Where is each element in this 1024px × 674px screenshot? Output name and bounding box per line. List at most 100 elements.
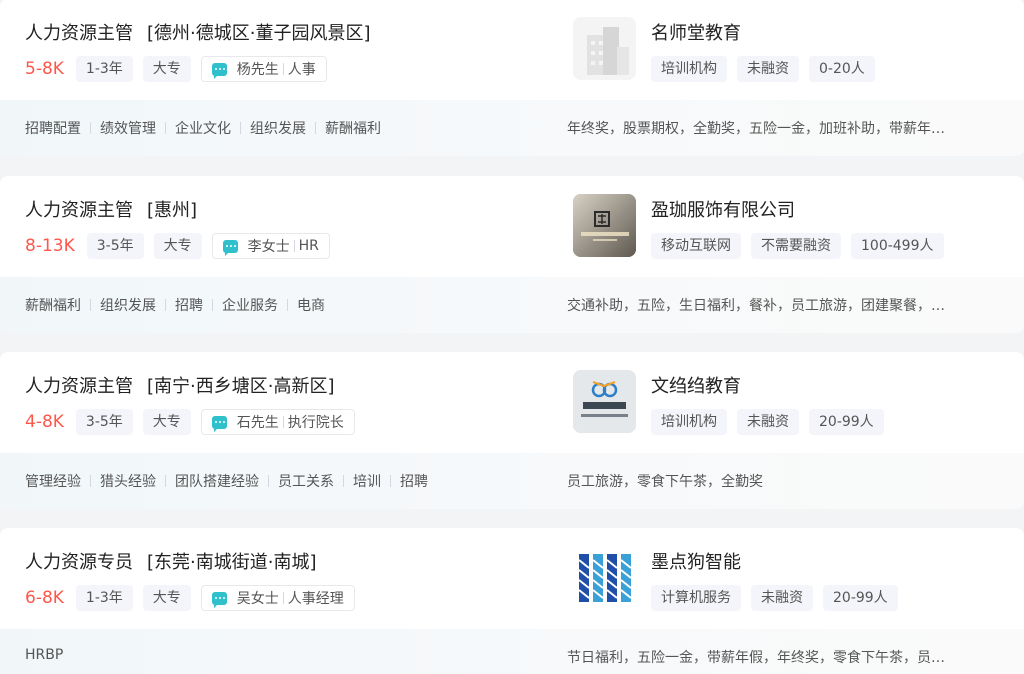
job-title[interactable]: 人力资源专员 [东莞·南城街道·南城]: [25, 548, 317, 574]
company-industry-tag: 培训机构: [651, 56, 727, 82]
job-title[interactable]: 人力资源主管 [南宁·西乡塘区·高新区]: [25, 372, 335, 398]
job-card[interactable]: 人力资源主管 [南宁·西乡塘区·高新区] 4-8K 3-5年 大专 石先生 执行院…: [0, 352, 1024, 509]
job-location: [东莞·南城街道·南城]: [147, 552, 317, 573]
recruiter-role: 执行院长: [287, 415, 344, 431]
chat-icon: [211, 591, 227, 608]
divider: [282, 416, 284, 428]
divider: [293, 240, 295, 252]
card-footer: HRBP 节日福利，五险一金，带薪年假，年终奖，零食下午茶，员…: [0, 629, 1024, 674]
experience-tag: 3-5年: [75, 409, 133, 435]
chat-icon: [222, 239, 238, 256]
company-tags: 培训机构 未融资 20-99人: [651, 409, 894, 435]
skill-tag: 企业文化: [156, 118, 231, 138]
company-logo[interactable]: [573, 370, 636, 433]
job-name: 人力资源主管: [25, 23, 133, 44]
job-meta: 4-8K 3-5年 大专 石先生 执行院长: [25, 409, 355, 435]
skill-tag: 电商: [278, 295, 325, 315]
recruiter-chat-button[interactable]: 杨先生 人事: [200, 56, 327, 82]
company-size-tag: 100-499人: [851, 233, 944, 259]
company-wall-logo: [573, 194, 636, 257]
recruiter-chat-button[interactable]: 石先生 执行院长: [200, 409, 355, 435]
company-name[interactable]: 盈珈服饰有限公司: [651, 196, 795, 222]
salary: 4-8K: [25, 412, 64, 432]
job-name: 人力资源专员: [25, 552, 133, 573]
job-meta: 5-8K 1-3年 大专 杨先生 人事: [25, 56, 327, 82]
benefits-text: 年终奖，股票期权，全勤奖，五险一金，加班补助，带薪年…: [567, 121, 945, 137]
skill-tag: 招聘: [381, 471, 428, 491]
chat-icon: [211, 415, 227, 432]
job-title[interactable]: 人力资源主管 [惠州]: [25, 196, 197, 222]
skill-tag: 企业服务: [203, 295, 278, 315]
company-funding-tag: 未融资: [737, 56, 799, 82]
job-card[interactable]: 人力资源主管 [德州·德城区·董子园风景区] 5-8K 1-3年 大专 杨先生 人…: [0, 0, 1024, 156]
company-funding-tag: 未融资: [737, 409, 799, 435]
stripes-logo: [573, 546, 636, 609]
job-meta: 6-8K 1-3年 大专 吴女士 人事经理: [25, 585, 355, 611]
salary: 8-13K: [25, 236, 75, 256]
job-location: [德州·德城区·董子园风景区]: [147, 23, 371, 44]
job-location: [惠州]: [147, 200, 198, 221]
recruiter-name: 吴女士: [236, 591, 279, 607]
benefits-text: 节日福利，五险一金，带薪年假，年终奖，零食下午茶，员…: [567, 650, 945, 666]
skill-tags: HRBP: [25, 647, 63, 663]
job-name: 人力资源主管: [25, 200, 133, 221]
skill-tag: 员工关系: [259, 471, 334, 491]
job-card[interactable]: 人力资源主管 [惠州] 8-13K 3-5年 大专 李女士 HR 盈珈服饰有限公…: [0, 176, 1024, 333]
skill-tag: 猎头经验: [81, 471, 156, 491]
recruiter-role: 人事: [287, 62, 316, 78]
card-footer: 招聘配置 绩效管理 企业文化 组织发展 薪酬福利 年终奖，股票期权，全勤奖，五险…: [0, 100, 1024, 156]
recruiter-name: 李女士: [247, 239, 290, 255]
company-size-tag: 20-99人: [823, 585, 898, 611]
education-tag: 大专: [153, 233, 202, 259]
company-name[interactable]: 名师堂教育: [651, 19, 741, 45]
company-logo[interactable]: [573, 194, 636, 257]
skill-tag: 薪酬福利: [25, 298, 81, 314]
company-industry-tag: 移动互联网: [651, 233, 741, 259]
recruiter-name: 杨先生: [236, 62, 279, 78]
company-tags: 移动互联网 不需要融资 100-499人: [651, 233, 954, 259]
company-name[interactable]: 墨点狗智能: [651, 548, 741, 574]
company-industry-tag: 培训机构: [651, 409, 727, 435]
skill-tag: 团队搭建经验: [156, 471, 259, 491]
skill-tag: 薪酬福利: [306, 118, 381, 138]
chat-icon: [211, 62, 227, 79]
job-location: [南宁·西乡塘区·高新区]: [147, 376, 335, 397]
skill-tag: 组织发展: [231, 118, 306, 138]
skill-tag: 招聘: [156, 295, 203, 315]
divider: [282, 63, 284, 75]
salary: 6-8K: [25, 588, 64, 608]
company-logo[interactable]: [573, 546, 636, 609]
card-footer: 薪酬福利 组织发展 招聘 企业服务 电商 交通补助，五险，生日福利，餐补，员工旅…: [0, 277, 1024, 333]
skill-tag: 组织发展: [81, 295, 156, 315]
skill-tag: 绩效管理: [81, 118, 156, 138]
company-funding-tag: 未融资: [751, 585, 813, 611]
education-tag: 大专: [142, 409, 191, 435]
skill-tag: 管理经验: [25, 474, 81, 490]
company-size-tag: 0-20人: [809, 56, 875, 82]
recruiter-chat-button[interactable]: 吴女士 人事经理: [200, 585, 355, 611]
experience-tag: 1-3年: [75, 56, 133, 82]
benefits-text: 员工旅游，零食下午茶，全勤奖: [567, 474, 763, 490]
experience-tag: 1-3年: [75, 585, 133, 611]
card-footer: 管理经验 猎头经验 团队搭建经验 员工关系 培训 招聘 员工旅游，零食下午茶，全…: [0, 453, 1024, 509]
skill-tags: 薪酬福利 组织发展 招聘 企业服务 电商: [25, 295, 325, 315]
salary: 5-8K: [25, 59, 64, 79]
recruiter-name: 石先生: [236, 415, 279, 431]
recruiter-chat-button[interactable]: 李女士 HR: [211, 233, 330, 259]
job-title[interactable]: 人力资源主管 [德州·德城区·董子园风景区]: [25, 19, 371, 45]
skill-tags: 招聘配置 绩效管理 企业文化 组织发展 薪酬福利: [25, 118, 381, 138]
benefits-text: 交通补助，五险，生日福利，餐补，员工旅游，团建聚餐，…: [567, 298, 945, 314]
divider: [282, 592, 284, 604]
company-logo[interactable]: [573, 17, 636, 80]
company-size-tag: 20-99人: [809, 409, 884, 435]
skill-tag: 招聘配置: [25, 121, 81, 137]
recruiter-role: 人事经理: [287, 591, 344, 607]
experience-tag: 3-5年: [86, 233, 144, 259]
company-tags: 计算机服务 未融资 20-99人: [651, 585, 908, 611]
company-funding-tag: 不需要融资: [751, 233, 841, 259]
skill-tag: HRBP: [25, 647, 64, 663]
company-tags: 培训机构 未融资 0-20人: [651, 56, 885, 82]
company-name[interactable]: 文绉绉教育: [651, 372, 741, 398]
job-card[interactable]: 人力资源专员 [东莞·南城街道·南城] 6-8K 1-3年 大专 吴女士 人事经理: [0, 528, 1024, 674]
education-sign-logo: [573, 370, 636, 433]
